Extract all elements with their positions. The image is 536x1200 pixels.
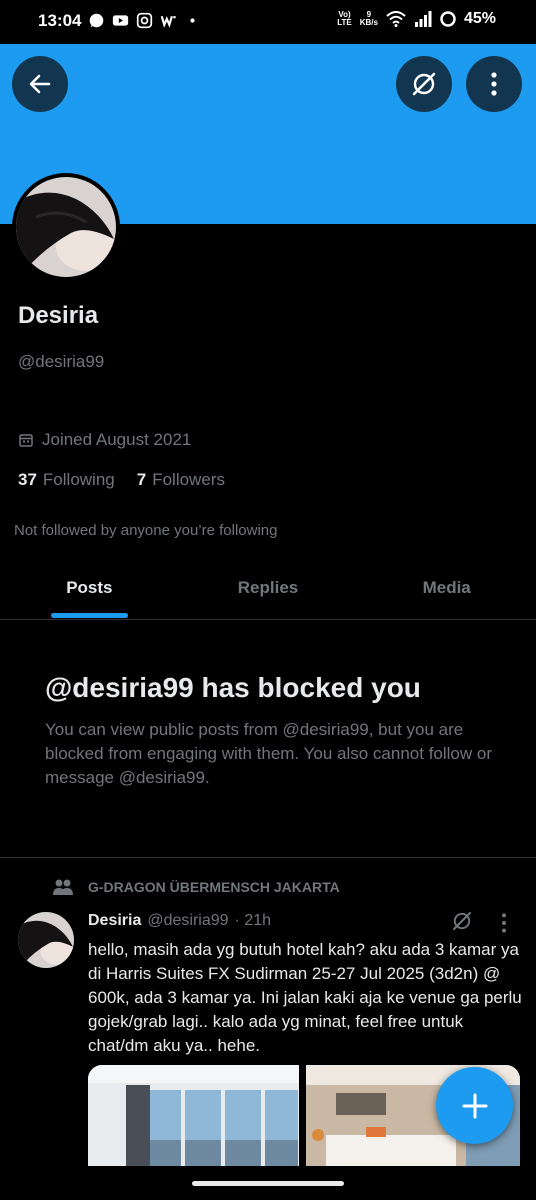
follow-stats: 37 Following 7 Followers xyxy=(18,470,225,490)
tab-replies[interactable]: Replies xyxy=(179,560,358,619)
battery-level: 45% xyxy=(463,10,496,27)
not-followed-note: Not followed by anyone you’re following xyxy=(14,522,278,539)
profile-name: Desiria xyxy=(18,302,99,329)
profile-handle: @desiria99 xyxy=(18,352,105,371)
post-author-handle[interactable]: @desiria99 xyxy=(147,912,228,930)
grok-icon xyxy=(412,72,436,96)
post-grok-button[interactable] xyxy=(450,909,474,938)
status-time: 13:04 xyxy=(38,11,82,30)
home-gesture-pill[interactable] xyxy=(192,1181,344,1186)
community-icon xyxy=(53,879,73,895)
section-divider xyxy=(0,857,536,858)
following-count: 37 xyxy=(18,470,37,489)
followers-link[interactable]: 7 Followers xyxy=(137,470,225,490)
volte-indicator: Vo) LTE xyxy=(337,11,352,27)
post-author-avatar[interactable] xyxy=(18,912,74,968)
community-label[interactable]: G-DRAGON ÜBERMENSCH JAKARTA xyxy=(52,878,340,896)
post-avatar-photo xyxy=(18,912,74,968)
following-link[interactable]: 37 Following xyxy=(18,470,115,490)
followers-label: Followers xyxy=(152,470,225,489)
system-indicators: Vo) LTE 9 KB/s 45% xyxy=(337,10,496,28)
arrow-left-icon xyxy=(29,74,51,94)
grok-button[interactable] xyxy=(396,56,452,112)
post-time: · 21h xyxy=(234,912,272,929)
joined-text: Joined August 2021 xyxy=(42,430,192,449)
speed-unit: KB/s xyxy=(359,18,378,27)
profile-tabs: Posts Replies Media xyxy=(0,560,536,620)
battery-ring-icon xyxy=(440,11,456,27)
system-navigation-bar xyxy=(0,1166,536,1200)
post-author-name[interactable]: Desiria xyxy=(88,912,141,930)
wifi-icon xyxy=(386,11,406,27)
followers-count: 7 xyxy=(136,470,147,489)
dot-icon xyxy=(190,18,195,23)
hotel-room-window-photo xyxy=(88,1065,299,1175)
post-more-button[interactable] xyxy=(500,912,508,939)
community-name: G-DRAGON ÜBERMENSCH JAKARTA xyxy=(88,879,340,895)
more-options-button[interactable] xyxy=(466,56,522,112)
calendar-icon xyxy=(19,434,33,447)
joined-date: Joined August 2021 xyxy=(18,430,191,450)
more-vertical-icon xyxy=(491,72,497,96)
blocked-description: You can view public posts from @desiria9… xyxy=(45,720,492,787)
following-label: Following xyxy=(42,470,115,489)
webtoon-icon xyxy=(160,15,176,28)
status-bar: 13:04 Vo) LTE 9 KB/s 45% xyxy=(0,0,536,44)
instagram-icon xyxy=(136,12,153,29)
signal-icon xyxy=(414,11,432,27)
post-text: hello, masih ada yg butuh hotel kah? aku… xyxy=(88,940,522,1055)
grok-icon xyxy=(452,911,472,931)
plus-icon xyxy=(462,1093,487,1118)
blocked-title: @desiria99 has blocked you xyxy=(45,672,421,703)
post-image-1[interactable] xyxy=(88,1065,299,1175)
tab-posts[interactable]: Posts xyxy=(0,560,179,619)
notification-icons xyxy=(88,12,201,29)
post-header: Desiria @desiria99 · 21h xyxy=(88,912,271,930)
more-vertical-icon xyxy=(501,913,507,933)
whatsapp-icon xyxy=(89,13,104,28)
tab-media[interactable]: Media xyxy=(357,560,536,619)
avatar-photo xyxy=(16,177,116,277)
back-button[interactable] xyxy=(12,56,68,112)
youtube-icon xyxy=(112,15,129,26)
profile-avatar[interactable] xyxy=(12,173,120,281)
compose-post-button[interactable] xyxy=(436,1067,513,1144)
lte-label: LTE xyxy=(337,18,352,27)
active-tab-indicator xyxy=(51,613,128,618)
network-speed: 9 KB/s xyxy=(360,11,378,27)
